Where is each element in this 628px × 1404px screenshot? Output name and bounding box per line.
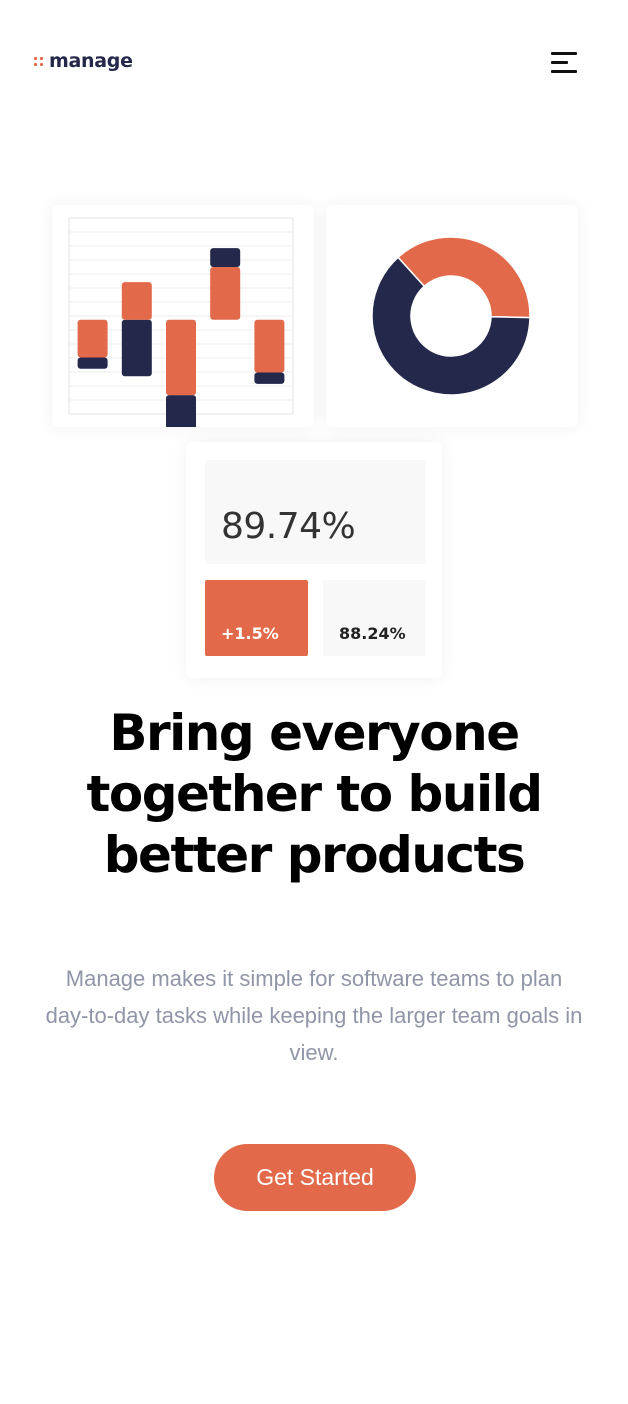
hero-description: Manage makes it simple for software team… [45,966,583,1065]
stats-card: 89.74% +1.5% 88.24% [186,442,442,678]
get-started-button[interactable]: Get Started [214,1144,416,1211]
stat-previous-tile: 88.24% [323,580,425,656]
stat-change-value: +1.5% [221,624,279,643]
stat-previous-value: 88.24% [339,624,406,643]
stat-main-tile: 89.74% [205,460,425,564]
bar-segment-navy [210,248,241,267]
bar-segment-orange [210,267,241,320]
bar-segment-navy [77,357,108,369]
logo-mark-icon [34,56,43,66]
stat-main-value: 89.74% [221,506,356,547]
donut-chart-card [326,205,578,427]
brand-name: manage [49,50,133,72]
bar-chart [68,217,294,433]
bar-segment-navy [121,319,152,377]
bar-segment-orange [254,319,285,373]
donut-slice [397,236,531,319]
bar-segment-orange [77,319,108,358]
bar-segment-orange [166,319,196,396]
stat-change-tile: +1.5% [205,580,308,656]
bar-chart-card [52,205,314,433]
site-header: manage [0,0,628,120]
bar-segment-navy [166,395,196,433]
bar-segment-orange [121,282,152,320]
donut-chart [371,236,531,396]
hero-headline: Bring everyone together to build better … [86,704,543,884]
brand-logo[interactable]: manage [34,50,133,72]
hamburger-menu-icon[interactable] [549,52,581,76]
bar-segment-navy [254,372,285,384]
